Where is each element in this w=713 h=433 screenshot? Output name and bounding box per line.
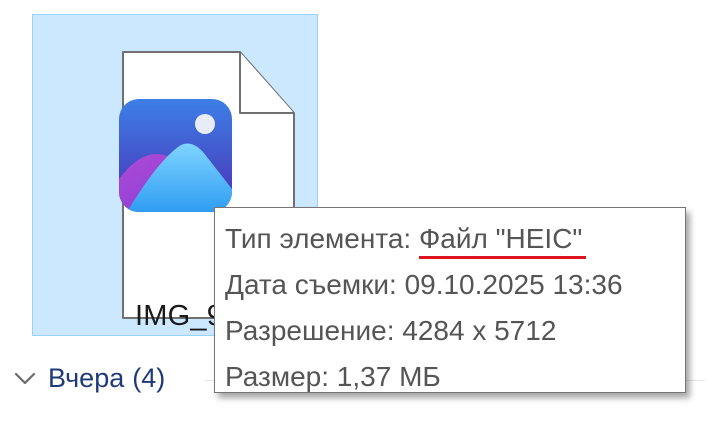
tooltip-type-row: Тип элемента: Файл "HEIC": [225, 216, 685, 262]
date-label: Дата съемки:: [225, 269, 397, 300]
group-count: (4): [132, 362, 166, 393]
tooltip-date-row: Дата съемки: 09.10.2025 13:36: [225, 262, 685, 308]
photos-app-icon: [119, 99, 232, 212]
date-value: 09.10.2025 13:36: [404, 269, 623, 300]
resolution-value: 4284 x 5712: [402, 315, 557, 346]
size-label: Размер:: [225, 361, 330, 392]
file-explorer-view: IMG_99 Вчера (4) Тип элемента: Файл "HEI…: [0, 0, 713, 433]
resolution-label: Разрешение:: [225, 315, 395, 346]
tooltip-size-row: Размер: 1,37 МБ: [225, 354, 685, 400]
group-label: Вчера: [48, 362, 125, 393]
tooltip-resolution-row: Разрешение: 4284 x 5712: [225, 308, 685, 354]
group-header-yesterday[interactable]: Вчера (4): [12, 358, 165, 398]
red-underline-annotation: [418, 256, 587, 259]
type-label: Тип элемента:: [225, 223, 412, 254]
type-value: Файл "HEIC": [418, 223, 587, 259]
file-info-tooltip: Тип элемента: Файл "HEIC" Дата съемки: 0…: [214, 207, 686, 393]
size-value: 1,37 МБ: [336, 361, 441, 392]
chevron-down-icon[interactable]: [12, 365, 38, 391]
